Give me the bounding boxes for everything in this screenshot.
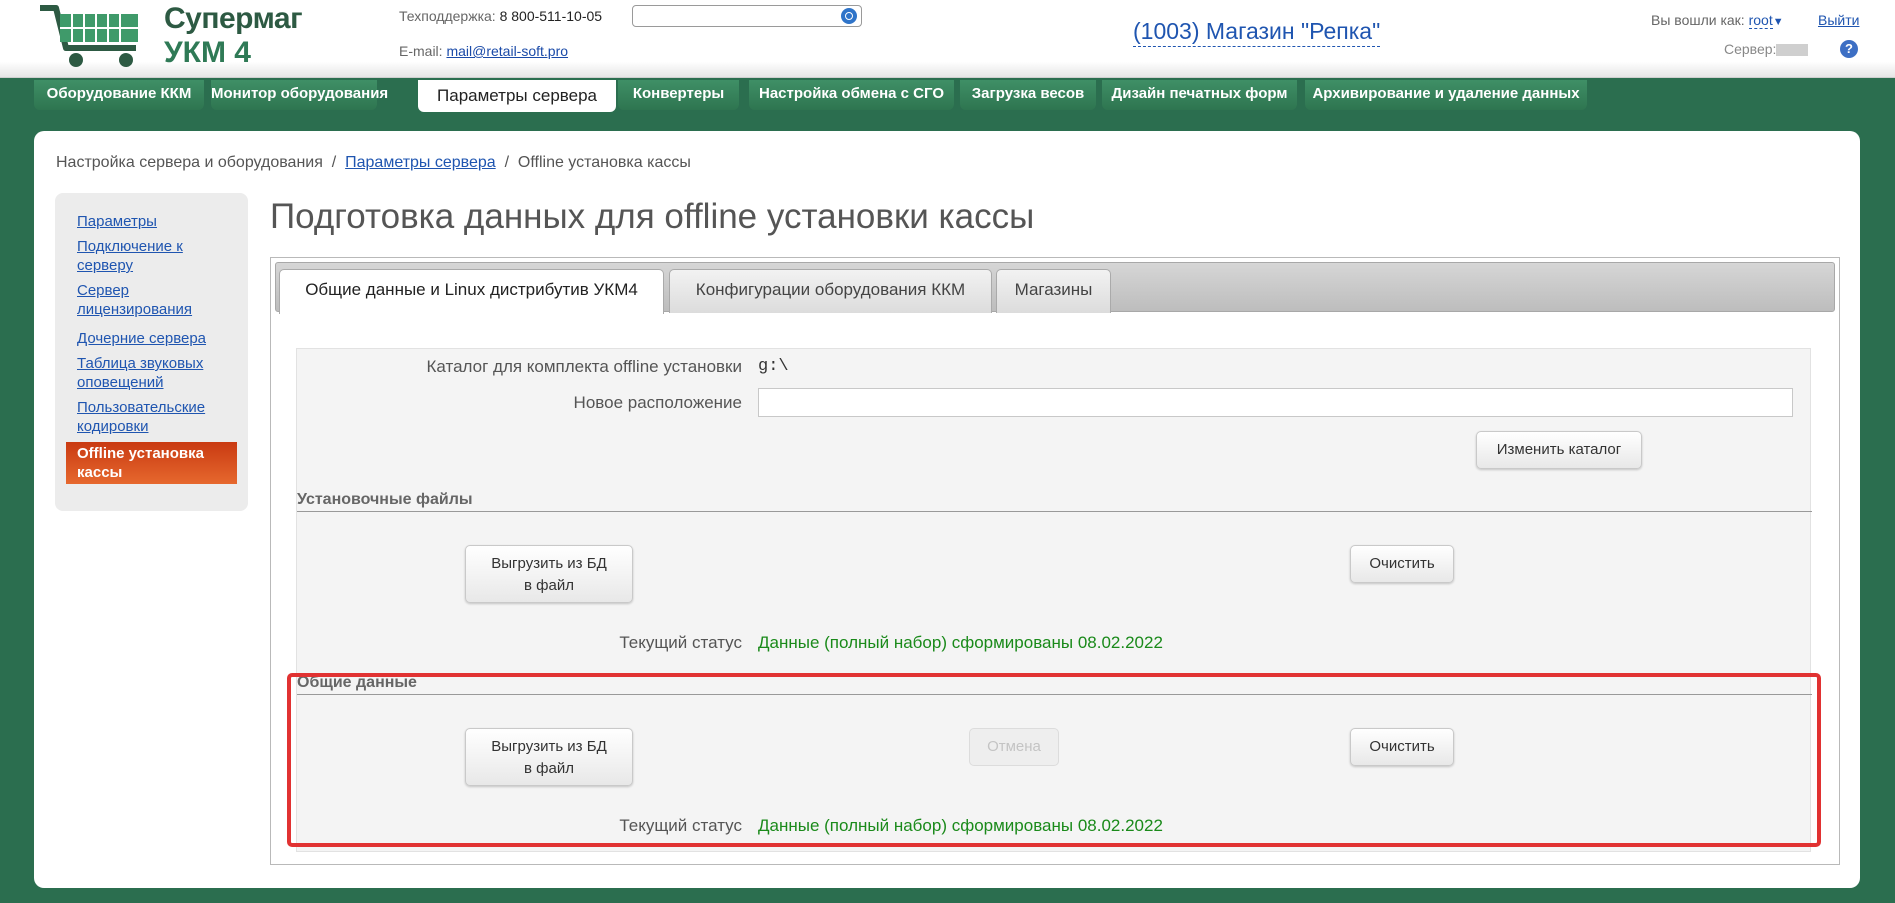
nav-tab-print-design[interactable]: Дизайн печатных форм xyxy=(1102,80,1297,110)
page-title: Подготовка данных для offline установки … xyxy=(270,197,1035,236)
tab-common-data[interactable]: Общие данные и Linux дистрибутив УКМ4 xyxy=(279,269,664,314)
nav-tab-scales-load[interactable]: Загрузка весов xyxy=(960,80,1096,110)
breadcrumb: Настройка сервера и оборудования / Парам… xyxy=(56,154,691,172)
sidebar-item-license-server[interactable]: Сервер лицензирования xyxy=(66,281,237,319)
logo-subtitle: УКМ 4 xyxy=(164,36,251,69)
breadcrumb-parent-link[interactable]: Параметры сервера xyxy=(345,154,496,171)
install-files-status-value: Данные (полный набор) сформированы 08.02… xyxy=(758,633,1163,652)
breadcrumb-separator: / xyxy=(504,154,510,171)
breadcrumb-root: Настройка сервера и оборудования xyxy=(56,154,323,171)
logout-link[interactable]: Выйти xyxy=(1818,12,1859,28)
highlight-frame xyxy=(287,673,1821,847)
breadcrumb-current: Offline установка кассы xyxy=(517,154,691,171)
logo-title: Супермаг xyxy=(164,2,303,35)
sidebar: Параметры Подключение к серверу Сервер л… xyxy=(55,193,248,511)
nav-tab-archiving[interactable]: Архивирование и удаление данных xyxy=(1305,80,1587,110)
nav-tab-converters[interactable]: Конвертеры xyxy=(618,80,739,110)
nav-tab-equipment-monitor[interactable]: Монитор оборудования xyxy=(211,80,388,110)
support-label: Техподдержка: xyxy=(399,8,496,24)
cart-icon xyxy=(40,5,138,67)
install-files-status-label: Текущий статус xyxy=(619,633,742,652)
install-files-clear-button[interactable]: Очистить xyxy=(1350,545,1454,583)
support-phone: 8 800-511-10-05 xyxy=(499,8,603,24)
sidebar-item-offline-install[interactable]: Offline установка кассы xyxy=(66,442,237,484)
chevron-down-icon[interactable]: ▼ xyxy=(1773,16,1784,28)
server-label: Сервер: xyxy=(1724,41,1777,57)
email-info: E-mail: mail@retail-soft.pro xyxy=(399,43,568,59)
server-value-redacted xyxy=(1776,44,1809,57)
login-info: Вы вошли как: root▼ xyxy=(1651,12,1784,29)
help-icon[interactable]: ? xyxy=(1840,40,1858,58)
sidebar-item-server-connection[interactable]: Подключение к серверу xyxy=(66,237,237,275)
nav-tab-server-params[interactable]: Параметры сервера xyxy=(418,80,616,112)
new-location-input[interactable] xyxy=(758,388,1793,417)
button-label-line: Выгрузить из БД xyxy=(491,555,607,572)
user-menu[interactable]: root xyxy=(1748,12,1773,29)
tab-kkm-configs[interactable]: Конфигурации оборудования ККМ xyxy=(669,269,992,313)
sidebar-item-user-encodings[interactable]: Пользовательские кодировки xyxy=(66,398,237,436)
change-catalog-button[interactable]: Изменить каталог xyxy=(1476,431,1642,469)
support-info: Техподдержка: 8 800-511-10-05 xyxy=(399,8,602,24)
search-icon[interactable] xyxy=(841,8,857,24)
store-selector[interactable]: (1003) Магазин "Репка" xyxy=(1133,18,1381,47)
nav-tab-kkm-equipment[interactable]: Оборудование ККМ xyxy=(34,80,204,110)
catalog-value: g:\ xyxy=(758,357,789,376)
sidebar-item-child-servers[interactable]: Дочерние сервера xyxy=(66,329,237,348)
sidebar-item-params[interactable]: Параметры xyxy=(66,212,237,231)
breadcrumb-separator: / xyxy=(331,154,337,171)
install-files-export-button[interactable]: Выгрузить из БД в файл xyxy=(465,545,633,603)
server-info: Сервер: xyxy=(1724,41,1809,57)
email-label: E-mail: xyxy=(399,43,443,59)
search-input[interactable] xyxy=(632,5,862,27)
nav-tab-sgo-exchange[interactable]: Настройка обмена с СГО xyxy=(749,80,954,110)
new-location-label: Новое расположение xyxy=(573,393,742,412)
login-label: Вы вошли как: xyxy=(1651,12,1745,28)
tab-stores[interactable]: Магазины xyxy=(996,269,1111,313)
tab-strip: Общие данные и Linux дистрибутив УКМ4 Ко… xyxy=(275,262,1835,314)
sidebar-item-sound-alerts[interactable]: Таблица звуковых оповещений xyxy=(66,354,237,392)
logo[interactable]: Супермаг УКМ 4 xyxy=(36,0,303,72)
section-install-files-title: Установочные файлы xyxy=(297,491,1812,512)
catalog-label: Каталог для комплекта offline установки xyxy=(426,357,743,376)
header: Супермаг УКМ 4 Техподдержка: 8 800-511-1… xyxy=(0,0,1895,78)
button-label-line: в файл xyxy=(524,577,574,594)
email-link[interactable]: mail@retail-soft.pro xyxy=(446,43,568,59)
